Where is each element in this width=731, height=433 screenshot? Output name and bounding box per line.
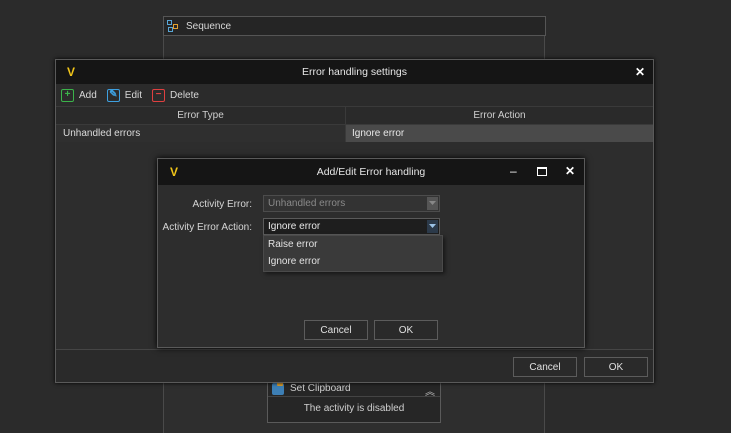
column-header-error-type[interactable]: Error Type: [56, 107, 345, 124]
delete-icon: −: [152, 88, 166, 102]
activity-error-action-select[interactable]: Ignore error: [263, 218, 440, 235]
dialog-title: Error handling settings: [301, 66, 408, 78]
activity-error-select: Unhandled errors: [263, 195, 440, 212]
close-icon[interactable]: ✕: [635, 65, 645, 79]
ok-button[interactable]: OK: [584, 357, 648, 377]
activity-error-action-value: Ignore error: [268, 221, 321, 232]
chevron-down-icon: [427, 197, 438, 210]
add-edit-error-handling-dialog: V Add/Edit Error handling – ✕ Activity E…: [157, 158, 585, 348]
column-header-error-action[interactable]: Error Action: [345, 107, 653, 124]
cancel-button[interactable]: Cancel: [304, 320, 368, 340]
activity-title: Set Clipboard: [290, 383, 351, 394]
add-label: Add: [79, 89, 97, 101]
grid-header: Error Type Error Action: [56, 106, 653, 125]
ok-button[interactable]: OK: [374, 320, 438, 340]
chevron-down-icon[interactable]: [427, 220, 438, 233]
dialog-title: Add/Edit Error handling: [316, 166, 426, 178]
app-logo-icon: V: [169, 165, 178, 179]
delete-label: Delete: [170, 89, 199, 101]
sequence-title: Sequence: [186, 20, 232, 32]
cancel-button[interactable]: Cancel: [513, 357, 577, 377]
delete-button[interactable]: − Delete: [152, 88, 199, 102]
error-action-cell[interactable]: Ignore error: [345, 125, 653, 142]
double-chevron-up-icon[interactable]: ︽: [425, 383, 435, 398]
sequence-header[interactable]: Sequence: [163, 16, 546, 36]
dialog-footer: Cancel OK: [56, 349, 653, 382]
minimize-icon[interactable]: –: [510, 165, 517, 177]
add-icon: +: [61, 88, 74, 102]
activity-error-value: Unhandled errors: [268, 198, 346, 209]
dropdown-option-ignore-error[interactable]: Ignore error: [264, 253, 442, 270]
add-button[interactable]: + Add: [61, 88, 97, 102]
activity-error-label: Activity Error:: [192, 199, 252, 210]
activity-status: The activity is disabled: [303, 403, 405, 414]
error-type-cell[interactable]: Unhandled errors: [56, 125, 345, 142]
edit-icon: ✎: [106, 88, 120, 102]
sequence-flowchart-icon: [166, 19, 180, 33]
maximize-icon[interactable]: [537, 167, 547, 176]
dropdown-option-raise-error[interactable]: Raise error: [264, 236, 442, 253]
app-logo-icon: V: [66, 65, 75, 79]
clipboard-icon: [272, 380, 284, 395]
dialog-titlebar[interactable]: V Add/Edit Error handling – ✕: [158, 159, 584, 185]
toolbar: + Add ✎ Edit − Delete: [56, 84, 653, 106]
table-row[interactable]: Unhandled errors Ignore error: [56, 125, 653, 142]
error-grid: Error Type Error Action Unhandled errors…: [56, 106, 653, 142]
close-icon[interactable]: ✕: [565, 165, 575, 177]
activity-error-action-label: Activity Error Action:: [162, 222, 252, 233]
action-dropdown-list: Raise error Ignore error: [263, 235, 443, 272]
set-clipboard-activity[interactable]: Set Clipboard ︽ The activity is disabled: [267, 380, 441, 423]
edit-label: Edit: [124, 89, 143, 101]
dialog-titlebar[interactable]: V Error handling settings ✕: [56, 60, 653, 84]
edit-button[interactable]: ✎ Edit: [106, 88, 143, 102]
